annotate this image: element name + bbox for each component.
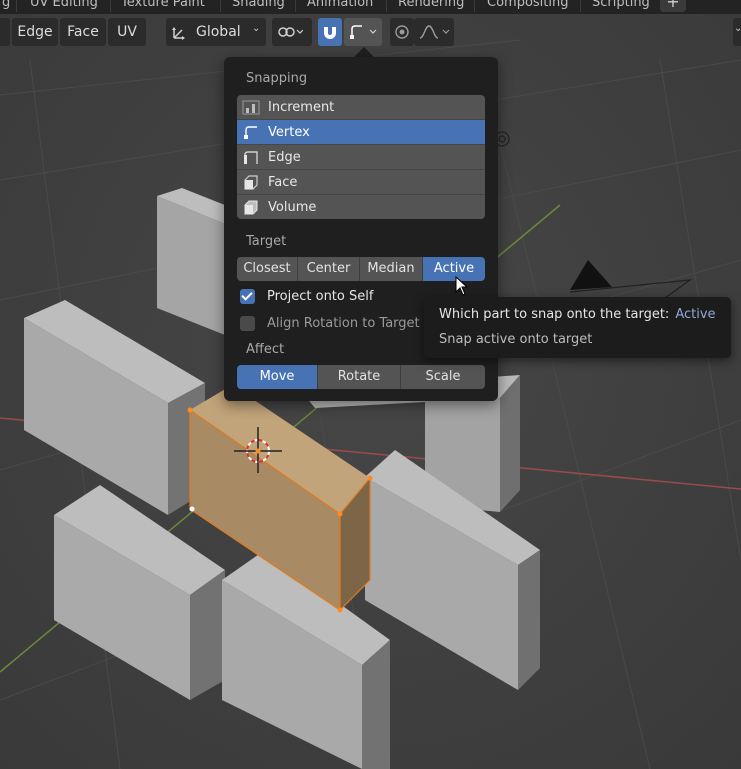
tab-partial[interactable]: g [2,0,10,13]
project-onto-self-row[interactable]: Project onto Self [240,287,373,305]
snap-target-selector: Closest Center Median Active [237,257,485,281]
snap-element-label: Face [268,175,298,190]
snap-target-tooltip: Which part to snap onto the target: Activ… [424,297,731,358]
snap-element-dropdown[interactable] [344,18,382,46]
tooltip-value: Active [675,307,716,322]
overlay-partial-button[interactable]: ⌄ [733,18,741,46]
mouse-pointer-icon [455,276,469,296]
vertex-snap-icon [350,25,377,39]
snap-element-label: Increment [268,100,335,115]
align-rotation-checkbox[interactable] [240,315,255,331]
face-icon [244,175,258,190]
snap-element-label: Volume [268,200,317,215]
tab-compositing[interactable]: Compositing [487,0,569,13]
proportional-edit-button[interactable] [390,18,414,46]
snapping-section-title: Snapping [246,71,308,86]
target-section-title: Target [246,234,287,249]
tab-shading[interactable]: Shading [232,0,285,13]
tab-uv-editing[interactable]: UV Editing [30,0,98,13]
tab-rendering[interactable]: Rendering [398,0,464,13]
align-rotation-label: Align Rotation to Target [267,315,420,331]
affect-rotate-button[interactable]: Rotate [318,365,401,389]
chevron-down-icon: ⌄ [734,23,741,34]
pivot-point-dropdown[interactable] [272,18,312,46]
face-select-button[interactable]: Face [60,18,106,46]
edge-icon [244,151,258,164]
tab-texture-paint[interactable]: Texture Paint [121,0,205,13]
edge-select-button[interactable]: Edge [12,18,58,46]
affect-move-button[interactable]: Move [237,365,318,389]
tab-scripting[interactable]: Scripting [592,0,650,13]
snap-element-label: Vertex [268,125,310,140]
project-onto-self-label: Project onto Self [267,288,374,304]
viewport-header: Edge Face UV Global ⌄ ⌄ [0,18,741,48]
orientation-axes-icon [172,27,185,40]
snap-element-list: Increment Vertex Edge Face Volume [237,95,485,219]
snap-element-volume[interactable]: Volume [237,195,485,219]
target-center-button[interactable]: Center [298,257,360,281]
transform-orientation-dropdown[interactable]: Global ⌄ [166,18,266,46]
workspace-tabs-bar: g UV Editing Texture Paint Shading Anima… [0,0,741,14]
proportional-falloff-dropdown[interactable] [414,18,454,46]
snap-affect-selector: Move Rotate Scale [237,365,485,389]
select-mode-partial-button[interactable] [0,18,10,46]
vertex-icon [244,126,257,139]
snap-element-increment[interactable]: Increment [237,95,485,120]
magnet-icon [324,27,336,39]
chevron-down-icon: ⌄ [252,23,261,34]
add-workspace-button[interactable]: + [660,0,686,12]
link-icon [278,27,303,37]
snap-element-edge[interactable]: Edge [237,145,485,170]
tooltip-description: Which part to snap onto the target: Activ… [439,307,716,322]
snap-toggle-button[interactable] [318,18,342,46]
volume-icon [244,200,258,215]
snap-element-face[interactable]: Face [237,170,485,195]
affect-scale-button[interactable]: Scale [401,365,485,389]
tooltip-description-text: Which part to snap onto the target: [439,307,670,322]
target-closest-button[interactable]: Closest [237,257,298,281]
increment-icon [242,100,260,115]
tooltip-detail: Snap active onto target [439,332,593,347]
target-active-button[interactable]: Active [423,257,485,281]
align-rotation-row[interactable]: Align Rotation to Target [240,314,420,332]
uv-menu-button[interactable]: UV [108,18,146,46]
tab-animation[interactable]: Animation [307,0,373,13]
falloff-curve-icon [419,25,450,39]
snap-element-label: Edge [268,150,301,165]
snap-element-vertex[interactable]: Vertex [237,120,485,145]
project-onto-self-checkbox[interactable] [240,288,255,304]
orientation-label: Global [196,24,241,40]
target-median-button[interactable]: Median [360,257,423,281]
proportional-edit-icon [395,25,409,39]
affect-section-title: Affect [246,342,285,357]
